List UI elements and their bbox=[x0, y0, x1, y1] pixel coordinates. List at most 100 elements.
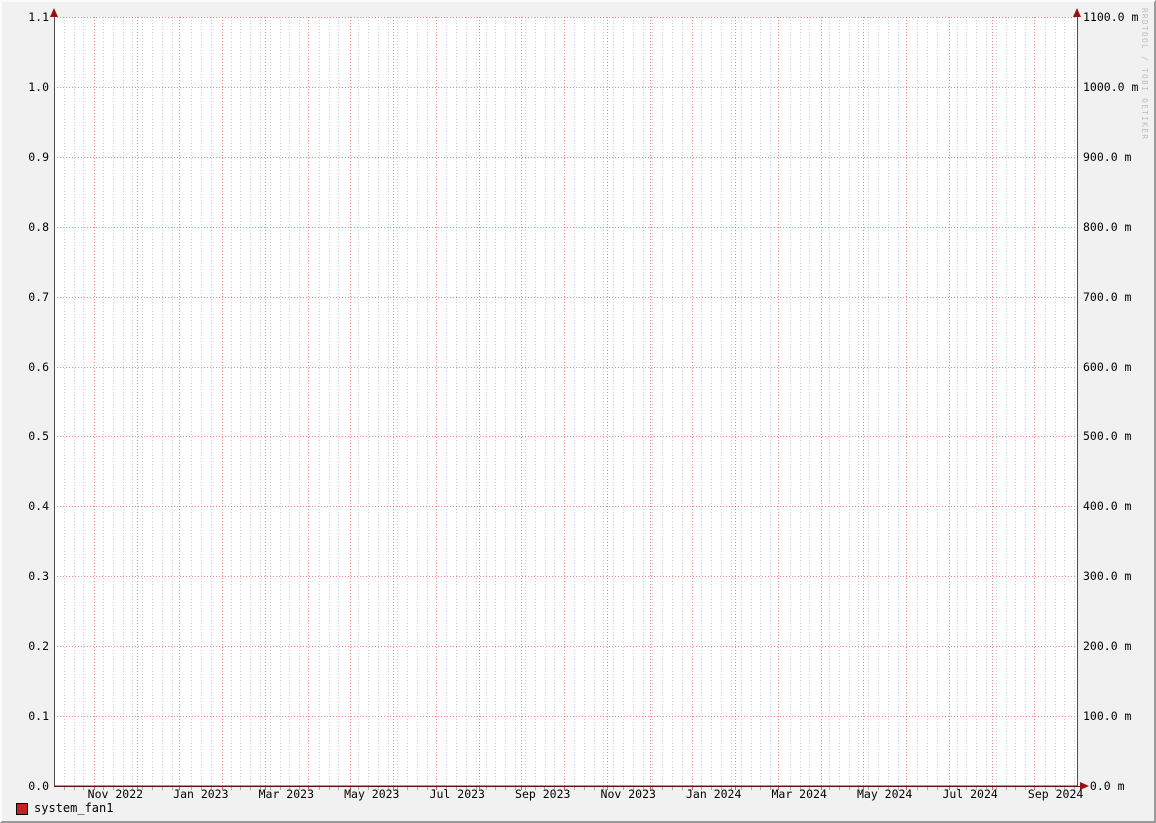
v-gridline-week bbox=[397, 17, 399, 786]
v-gridline-week bbox=[367, 17, 369, 786]
y-axis-label-right: 700.0 m bbox=[1083, 289, 1132, 304]
x-tick-week bbox=[613, 787, 614, 790]
x-tick-week bbox=[554, 787, 555, 790]
v-gridline-week bbox=[299, 17, 301, 786]
x-tick-week bbox=[476, 787, 477, 790]
legend-swatch-system_fan1 bbox=[16, 802, 28, 815]
v-gridline-week bbox=[416, 17, 418, 786]
x-tick-week bbox=[839, 787, 840, 790]
x-tick-week bbox=[535, 787, 536, 790]
x-tick-week bbox=[446, 787, 447, 790]
v-gridline-week bbox=[318, 17, 320, 786]
x-tick-week bbox=[456, 787, 457, 790]
v-gridline-week bbox=[995, 17, 997, 786]
x-tick-week bbox=[594, 787, 595, 790]
v-gridline-month bbox=[863, 17, 865, 786]
x-tick-week bbox=[319, 787, 320, 790]
h-gridline bbox=[54, 366, 1077, 368]
y-axis-label-right: 200.0 m bbox=[1083, 639, 1132, 654]
x-tick-week bbox=[83, 787, 84, 790]
x-tick-week bbox=[329, 787, 330, 790]
v-gridline-month bbox=[564, 17, 566, 786]
v-gridline-month bbox=[1034, 17, 1036, 786]
x-tick-month bbox=[94, 787, 95, 790]
v-gridline-week bbox=[328, 17, 330, 786]
x-tick-week bbox=[888, 787, 889, 790]
v-gridline-month bbox=[94, 17, 95, 786]
v-gridline-week bbox=[544, 17, 546, 786]
x-tick-week bbox=[751, 787, 752, 790]
v-gridline-week bbox=[210, 17, 212, 786]
x-tick-week bbox=[495, 787, 496, 790]
h-gridline bbox=[54, 296, 1077, 298]
legend: system_fan1 bbox=[16, 802, 113, 815]
x-tick-week bbox=[211, 787, 212, 790]
v-gridline-week bbox=[1054, 17, 1056, 786]
v-gridline-week bbox=[936, 17, 938, 786]
v-gridline-week bbox=[152, 17, 154, 786]
x-tick-week bbox=[858, 787, 859, 790]
v-gridline-week bbox=[1044, 17, 1046, 786]
v-gridline-week bbox=[515, 17, 517, 786]
v-gridline-week bbox=[387, 17, 389, 786]
y-axis-right bbox=[1077, 12, 1078, 786]
v-gridline-week bbox=[358, 17, 360, 786]
v-gridline-week bbox=[789, 17, 791, 786]
v-gridline-week bbox=[171, 17, 173, 786]
y-axis-label-left: 0.4 bbox=[28, 499, 49, 514]
x-tick-week bbox=[378, 787, 379, 790]
legend-label: system_fan1 bbox=[34, 801, 114, 815]
v-gridline-week bbox=[917, 17, 919, 786]
y-axis-left bbox=[54, 12, 55, 786]
rrdtool-graph-canvas: 1.1 1.0 0.9 0.8 0.7 0.6 0.5 0.4 0.3 0.2 0.1 0.0 1100… bbox=[0, 0, 1156, 823]
y-axis-label-left: 0.3 bbox=[28, 569, 49, 584]
v-gridline-month bbox=[521, 17, 523, 786]
v-gridline-week bbox=[240, 17, 242, 786]
x-axis-label: Jul 2023 bbox=[429, 787, 485, 801]
y-axis-label-left: 0.8 bbox=[28, 219, 49, 234]
x-tick-week bbox=[682, 787, 683, 790]
x-tick-week bbox=[417, 787, 418, 790]
h-gridline bbox=[54, 156, 1077, 158]
x-tick-month bbox=[991, 787, 993, 790]
x-tick-week bbox=[643, 787, 644, 790]
x-tick-month bbox=[478, 787, 480, 790]
v-gridline-week bbox=[711, 17, 713, 786]
v-gridline-week bbox=[662, 17, 664, 786]
v-gridline-week bbox=[740, 17, 742, 786]
y-axis-label-right: 1000.0 m bbox=[1083, 79, 1139, 94]
v-gridline-week bbox=[809, 17, 811, 786]
v-gridline-week bbox=[524, 17, 526, 786]
v-gridline-week bbox=[475, 17, 477, 786]
v-gridline-month bbox=[179, 17, 181, 786]
v-gridline-week bbox=[721, 17, 723, 786]
x-tick-week bbox=[1074, 787, 1075, 790]
x-tick-week bbox=[1006, 787, 1007, 790]
x-tick-week bbox=[505, 787, 506, 790]
v-gridline-week bbox=[897, 17, 899, 786]
x-tick-week bbox=[515, 787, 516, 790]
x-axis-label: Jul 2024 bbox=[942, 787, 998, 801]
x-tick-month bbox=[564, 787, 566, 790]
v-gridline-week bbox=[132, 17, 134, 786]
v-gridline-week bbox=[672, 17, 674, 786]
v-gridline-week bbox=[799, 17, 801, 786]
x-axis-label: Nov 2023 bbox=[600, 787, 656, 801]
y-axis-label-right: 1100.0 m bbox=[1083, 10, 1139, 24]
v-gridline-week bbox=[642, 17, 644, 786]
x-tick-week bbox=[937, 787, 938, 790]
v-gridline-week bbox=[338, 17, 340, 786]
h-gridline bbox=[54, 86, 1077, 88]
v-gridline-month bbox=[136, 17, 138, 786]
y-axis-label-left: 1.1 bbox=[28, 10, 49, 24]
y-axis-label-right: 400.0 m bbox=[1083, 499, 1132, 514]
v-gridline-week bbox=[122, 17, 124, 786]
v-gridline-week bbox=[838, 17, 840, 786]
v-gridline-week bbox=[377, 17, 379, 786]
x-tick-week bbox=[584, 787, 585, 790]
h-gridline bbox=[54, 436, 1077, 438]
v-gridline-week bbox=[878, 17, 880, 786]
v-gridline-week bbox=[83, 17, 85, 786]
v-gridline-month bbox=[393, 17, 395, 786]
x-tick-week bbox=[152, 787, 153, 790]
